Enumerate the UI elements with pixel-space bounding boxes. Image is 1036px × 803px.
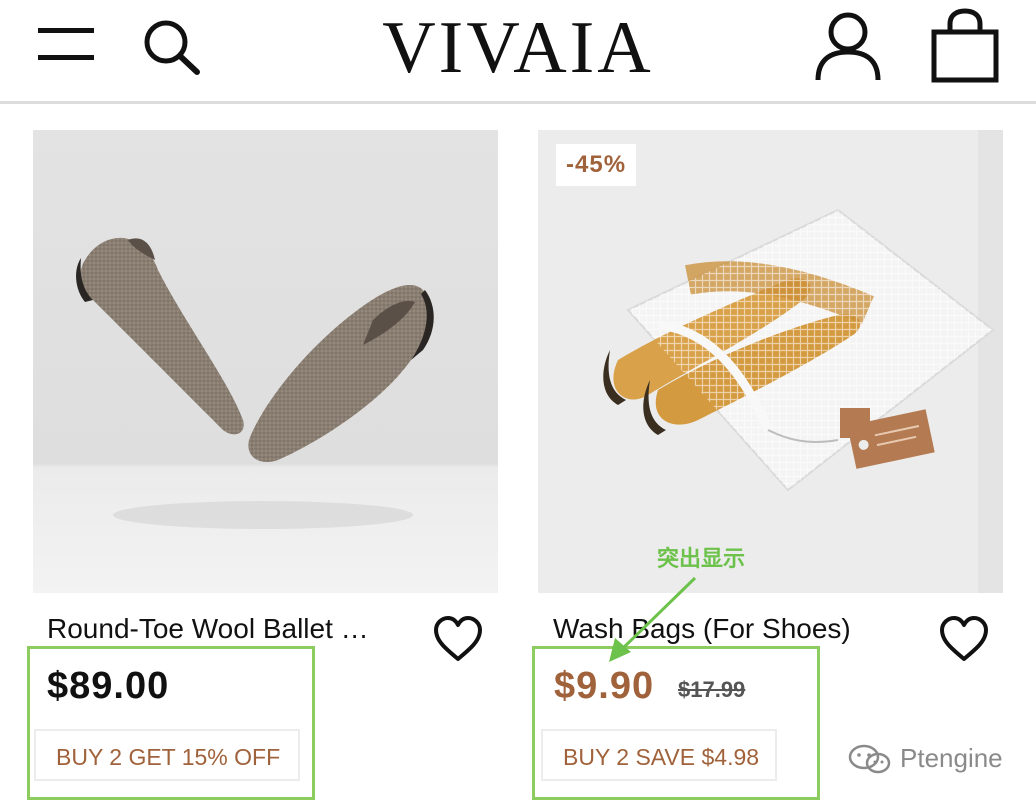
taupe-knit-ballet-flats-photo bbox=[33, 130, 498, 593]
shopping-bag-icon[interactable] bbox=[930, 8, 1000, 84]
wechat-icon bbox=[848, 744, 891, 774]
watermark-text: Ptengine bbox=[900, 743, 1003, 773]
product-title[interactable]: Round-Toe Wool Ballet … bbox=[47, 611, 417, 647]
promo-button[interactable]: BUY 2 SAVE $4.98 bbox=[541, 729, 777, 781]
product-image[interactable] bbox=[33, 130, 498, 593]
user-account-icon[interactable] bbox=[812, 10, 884, 82]
discount-badge: -45% bbox=[556, 144, 637, 186]
promo-button[interactable]: BUY 2 GET 15% OFF bbox=[34, 729, 300, 781]
product-price: $89.00 bbox=[47, 665, 170, 707]
sale-price: $9.90 bbox=[554, 665, 655, 707]
site-header: VIVAIA bbox=[0, 0, 1036, 104]
heart-wishlist-icon[interactable] bbox=[938, 615, 990, 663]
annotation-arrow-icon bbox=[609, 576, 697, 662]
original-price: $17.99 bbox=[678, 677, 746, 702]
heart-wishlist-icon[interactable] bbox=[432, 615, 484, 663]
product-image[interactable]: -45% bbox=[538, 130, 1003, 593]
mesh-wash-bag-with-yellow-flats-photo bbox=[538, 130, 1003, 593]
brand-logo-text[interactable]: VIVAIA bbox=[382, 7, 654, 89]
annotation-label: 突出显示 bbox=[657, 547, 746, 572]
watermark: Ptengine bbox=[848, 738, 1008, 778]
